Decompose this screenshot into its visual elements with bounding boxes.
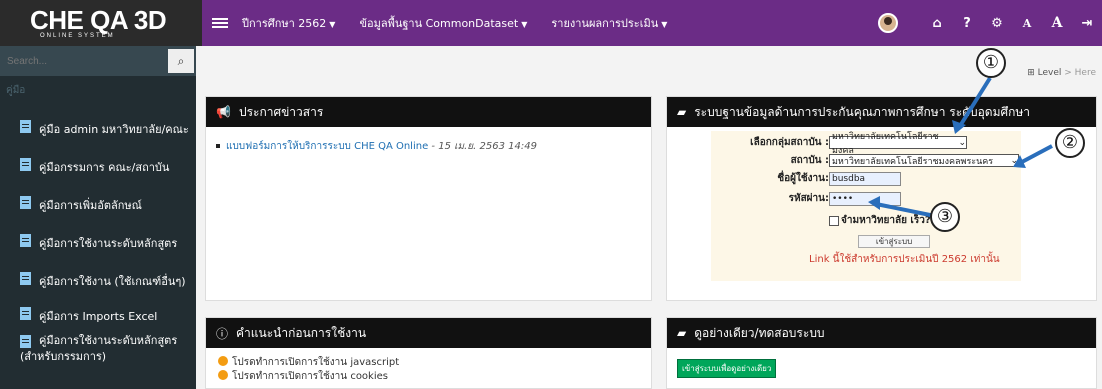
annotation-arrowhead-3	[868, 196, 880, 210]
annotation-marker-2: ②	[1055, 128, 1085, 158]
annotation-arrow-3	[875, 202, 936, 218]
annotation-arrow-2	[1019, 144, 1053, 165]
annotation-arrows	[868, 76, 1053, 218]
annotation-marker-1: ①	[976, 48, 1006, 78]
annotation-marker-3: ③	[930, 202, 960, 232]
annotation-arrow-1	[958, 76, 992, 128]
